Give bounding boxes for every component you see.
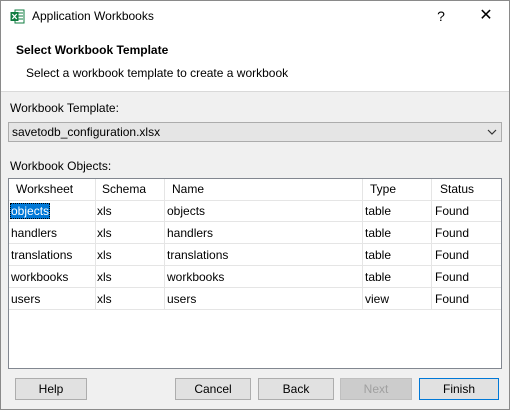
status-cell[interactable]: Found [432, 200, 501, 222]
name-cell[interactable]: handlers [165, 222, 363, 244]
table-row[interactable]: users xls users view Found [9, 288, 501, 310]
worksheet-cell[interactable]: users [9, 288, 96, 310]
window-title: Application Workbooks [32, 9, 154, 23]
column-header-status[interactable]: Status [432, 179, 501, 200]
back-button[interactable]: Back [258, 378, 334, 400]
name-cell[interactable]: translations [165, 244, 363, 266]
schema-cell[interactable]: xls [96, 222, 165, 244]
worksheet-cell[interactable]: translations [9, 244, 96, 266]
table-row[interactable]: translations xls translations table Foun… [9, 244, 501, 266]
schema-cell[interactable]: xls [96, 266, 165, 288]
type-cell[interactable]: table [363, 266, 432, 288]
worksheet-cell[interactable]: workbooks [9, 266, 96, 288]
schema-cell[interactable]: xls [96, 200, 165, 222]
column-header-name[interactable]: Name [165, 179, 363, 200]
close-button[interactable]: ✕ [477, 7, 495, 25]
name-cell[interactable]: objects [165, 200, 363, 222]
status-cell[interactable]: Found [432, 266, 501, 288]
help-button[interactable]: Help [15, 378, 87, 400]
worksheet-cell[interactable]: handlers [9, 222, 96, 244]
schema-cell[interactable]: xls [96, 244, 165, 266]
type-cell[interactable]: table [363, 222, 432, 244]
type-cell[interactable]: table [363, 200, 432, 222]
schema-cell[interactable]: xls [96, 288, 165, 310]
status-cell[interactable]: Found [432, 222, 501, 244]
chevron-down-icon [487, 129, 497, 135]
template-selected-value: savetodb_configuration.xlsx [12, 125, 161, 139]
status-cell[interactable]: Found [432, 288, 501, 310]
name-cell[interactable]: users [165, 288, 363, 310]
application-workbooks-dialog: Application Workbooks ? ✕ Select Workboo… [0, 0, 510, 410]
cancel-button[interactable]: Cancel [175, 378, 251, 400]
table-row[interactable]: workbooks xls workbooks table Found [9, 266, 501, 288]
selected-cell-value[interactable]: objects [10, 203, 51, 219]
template-dropdown[interactable]: savetodb_configuration.xlsx [8, 122, 502, 142]
table-row[interactable]: handlers xls handlers table Found [9, 222, 501, 244]
page-title: Select Workbook Template [16, 43, 169, 57]
name-cell[interactable]: workbooks [165, 266, 363, 288]
objects-label: Workbook Objects: [10, 159, 112, 173]
type-cell[interactable]: view [363, 288, 432, 310]
excel-icon [10, 9, 25, 24]
next-button[interactable]: Next [340, 378, 412, 400]
header-panel: Select Workbook Template Select a workbo… [1, 32, 509, 92]
help-title-button[interactable]: ? [433, 7, 449, 25]
workbook-objects-grid[interactable]: Worksheet Schema Name Type Status object… [8, 178, 502, 369]
column-header-worksheet[interactable]: Worksheet [9, 179, 96, 200]
finish-button[interactable]: Finish [419, 378, 499, 400]
column-header-type[interactable]: Type [363, 179, 432, 200]
title-bar: Application Workbooks ? ✕ [1, 1, 509, 32]
status-cell[interactable]: Found [432, 244, 501, 266]
template-label: Workbook Template: [10, 101, 119, 115]
page-subtitle: Select a workbook template to create a w… [26, 66, 289, 80]
worksheet-cell[interactable]: objects [9, 200, 96, 222]
column-header-schema[interactable]: Schema [96, 179, 165, 200]
table-row[interactable]: objects xls objects table Found [9, 200, 501, 222]
grid-header: Worksheet Schema Name Type Status [9, 179, 501, 201]
type-cell[interactable]: table [363, 244, 432, 266]
